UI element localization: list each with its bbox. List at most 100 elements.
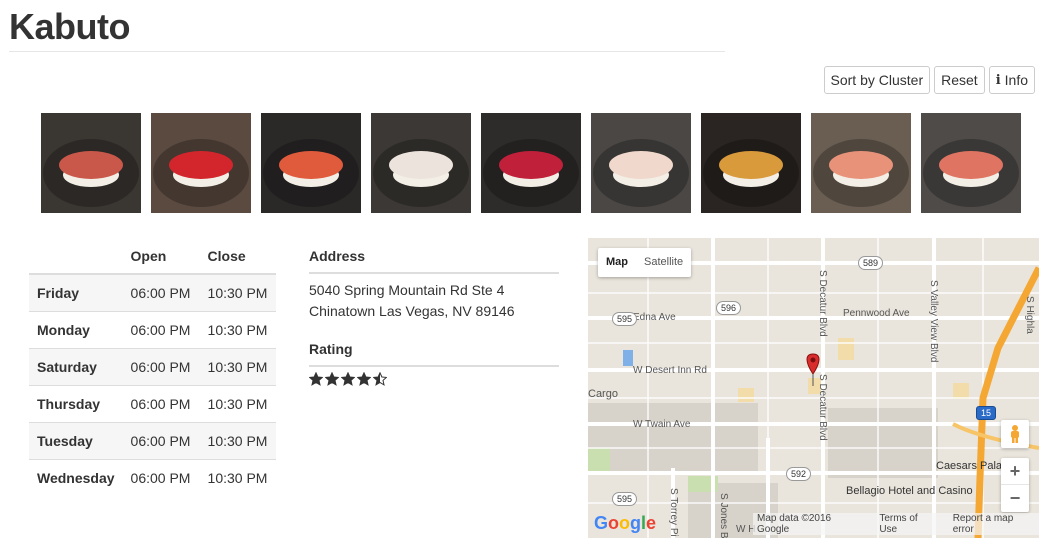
map-label-valley-view: S Valley View Blvd	[928, 280, 939, 363]
star-half-icon	[373, 372, 387, 386]
day-cell: Wednesday	[29, 458, 123, 496]
terms-link[interactable]: Terms of Use	[879, 513, 936, 535]
report-error-link[interactable]: Report a map error	[953, 513, 1035, 535]
sushi-photo-5	[481, 113, 581, 213]
map-attribution: Map data ©2016 Google Terms of Use Repor…	[753, 513, 1039, 535]
sort-by-cluster-button[interactable]: Sort by Cluster	[823, 66, 931, 94]
close-cell: 10:30 PM	[199, 458, 276, 496]
hours-header-day	[29, 238, 123, 275]
sushi-thumbnail[interactable]	[921, 113, 1021, 213]
open-cell: 06:00 PM	[122, 347, 200, 385]
star-full-icon	[325, 372, 339, 386]
info-button[interactable]: i Info	[988, 66, 1035, 94]
map-label-edna: Edna Ave	[633, 312, 676, 323]
sushi-thumbnail[interactable]	[811, 113, 911, 213]
map-label-decatur: S Decatur Blvd	[817, 270, 828, 337]
day-cell: Friday	[29, 273, 123, 311]
map-type-control: Map Satellite	[598, 248, 692, 277]
sushi-photo-4	[371, 113, 471, 213]
toolbar: Sort by Cluster Reset i Info	[823, 66, 1035, 94]
map-label-highland: S Highla	[1024, 296, 1035, 334]
star-full-icon	[357, 372, 371, 386]
sushi-thumbnail[interactable]	[371, 113, 471, 213]
info-label: Info	[1004, 72, 1028, 88]
sushi-thumbnail[interactable]	[591, 113, 691, 213]
sushi-thumbnail[interactable]	[481, 113, 581, 213]
open-cell: 06:00 PM	[122, 384, 200, 422]
street-view-pegman-icon[interactable]	[1001, 420, 1029, 448]
map-label-jones: S Jones B	[718, 493, 729, 538]
map-label-cargo: Cargo	[588, 388, 618, 400]
map-label-bellagio: Bellagio Hotel and Casino	[846, 485, 973, 497]
sort-label: Sort by Cluster	[830, 72, 924, 88]
interstate-15-shield: 15	[976, 406, 997, 420]
table-row: Saturday 06:00 PM 10:30 PM	[29, 347, 276, 385]
map-label-pennwood: Pennwood Ave	[843, 308, 910, 319]
map-tab[interactable]: Map	[598, 248, 636, 277]
reset-label: Reset	[941, 72, 978, 88]
sushi-photo-6	[591, 113, 691, 213]
close-cell: 10:30 PM	[199, 347, 276, 385]
route-595-shield-south: 595	[612, 492, 638, 506]
table-row: Thursday 06:00 PM 10:30 PM	[29, 384, 276, 422]
hours-header-open: Open	[122, 238, 200, 275]
address-line-2: Chinatown Las Vegas, NV 89146	[309, 303, 515, 319]
map-label-decatur-south: S Decatur Blvd	[817, 374, 828, 441]
day-cell: Monday	[29, 310, 123, 348]
photo-strip	[41, 113, 1021, 213]
table-row: Monday 06:00 PM 10:30 PM	[29, 310, 276, 348]
rating-stars	[309, 367, 559, 386]
route-589-shield: 589	[858, 256, 884, 270]
star-full-icon	[309, 372, 323, 386]
zoom-control: + −	[1001, 458, 1029, 512]
day-cell: Thursday	[29, 384, 123, 422]
hours-header-close: Close	[199, 238, 276, 275]
sushi-thumbnail[interactable]	[151, 113, 251, 213]
open-cell: 06:00 PM	[122, 458, 200, 496]
details-panel: Address 5040 Spring Mountain Rd Ste 4 Ch…	[309, 238, 559, 386]
sushi-photo-2	[151, 113, 251, 213]
day-cell: Saturday	[29, 347, 123, 385]
sushi-thumbnail[interactable]	[701, 113, 801, 213]
map-label-twain: W Twain Ave	[633, 419, 691, 430]
close-cell: 10:30 PM	[199, 273, 276, 311]
close-cell: 10:30 PM	[199, 310, 276, 348]
satellite-tab[interactable]: Satellite	[636, 248, 691, 277]
map-label-desert-inn: W Desert Inn Rd	[633, 365, 707, 376]
sushi-photo-3	[261, 113, 361, 213]
sushi-thumbnail[interactable]	[261, 113, 361, 213]
route-595-shield: 595	[612, 312, 638, 326]
hours-header-row: Open Close	[29, 238, 276, 275]
table-row: Wednesday 06:00 PM 10:30 PM	[29, 458, 276, 496]
address-heading: Address	[309, 238, 559, 274]
map-label-caesars: Caesars Pala	[936, 460, 1003, 472]
route-592-shield: 592	[786, 467, 812, 481]
open-cell: 06:00 PM	[122, 310, 200, 348]
close-cell: 10:30 PM	[199, 421, 276, 459]
star-full-icon	[341, 372, 355, 386]
info-icon: i	[995, 72, 1001, 88]
map-label-torrey: S Torrey Pi	[668, 488, 679, 537]
address-line-1: 5040 Spring Mountain Rd Ste 4	[309, 282, 505, 298]
map-data-credit: Map data ©2016 Google	[757, 513, 832, 535]
table-row: Tuesday 06:00 PM 10:30 PM	[29, 421, 276, 459]
zoom-in-button[interactable]: +	[1001, 458, 1029, 485]
reset-button[interactable]: Reset	[934, 66, 985, 94]
page-title: Kabuto	[9, 6, 130, 47]
sushi-photo-8	[811, 113, 911, 213]
table-row: Friday 06:00 PM 10:30 PM	[29, 273, 276, 311]
sushi-photo-7	[701, 113, 801, 213]
close-cell: 10:30 PM	[199, 384, 276, 422]
open-cell: 06:00 PM	[122, 273, 200, 311]
address: 5040 Spring Mountain Rd Ste 4 Chinatown …	[309, 274, 559, 322]
open-cell: 06:00 PM	[122, 421, 200, 459]
zoom-out-button[interactable]: −	[1001, 485, 1029, 512]
sushi-photo-1	[41, 113, 141, 213]
map[interactable]: Edna Ave W Desert Inn Rd W Twain Ave Pen…	[588, 238, 1039, 538]
hours-table: Open Close Friday 06:00 PM 10:30 PM Mond…	[29, 238, 276, 496]
sushi-photo-9	[921, 113, 1021, 213]
title-divider	[9, 51, 725, 52]
rating-heading: Rating	[309, 331, 559, 367]
google-logo: Google	[594, 513, 657, 533]
sushi-thumbnail[interactable]	[41, 113, 141, 213]
